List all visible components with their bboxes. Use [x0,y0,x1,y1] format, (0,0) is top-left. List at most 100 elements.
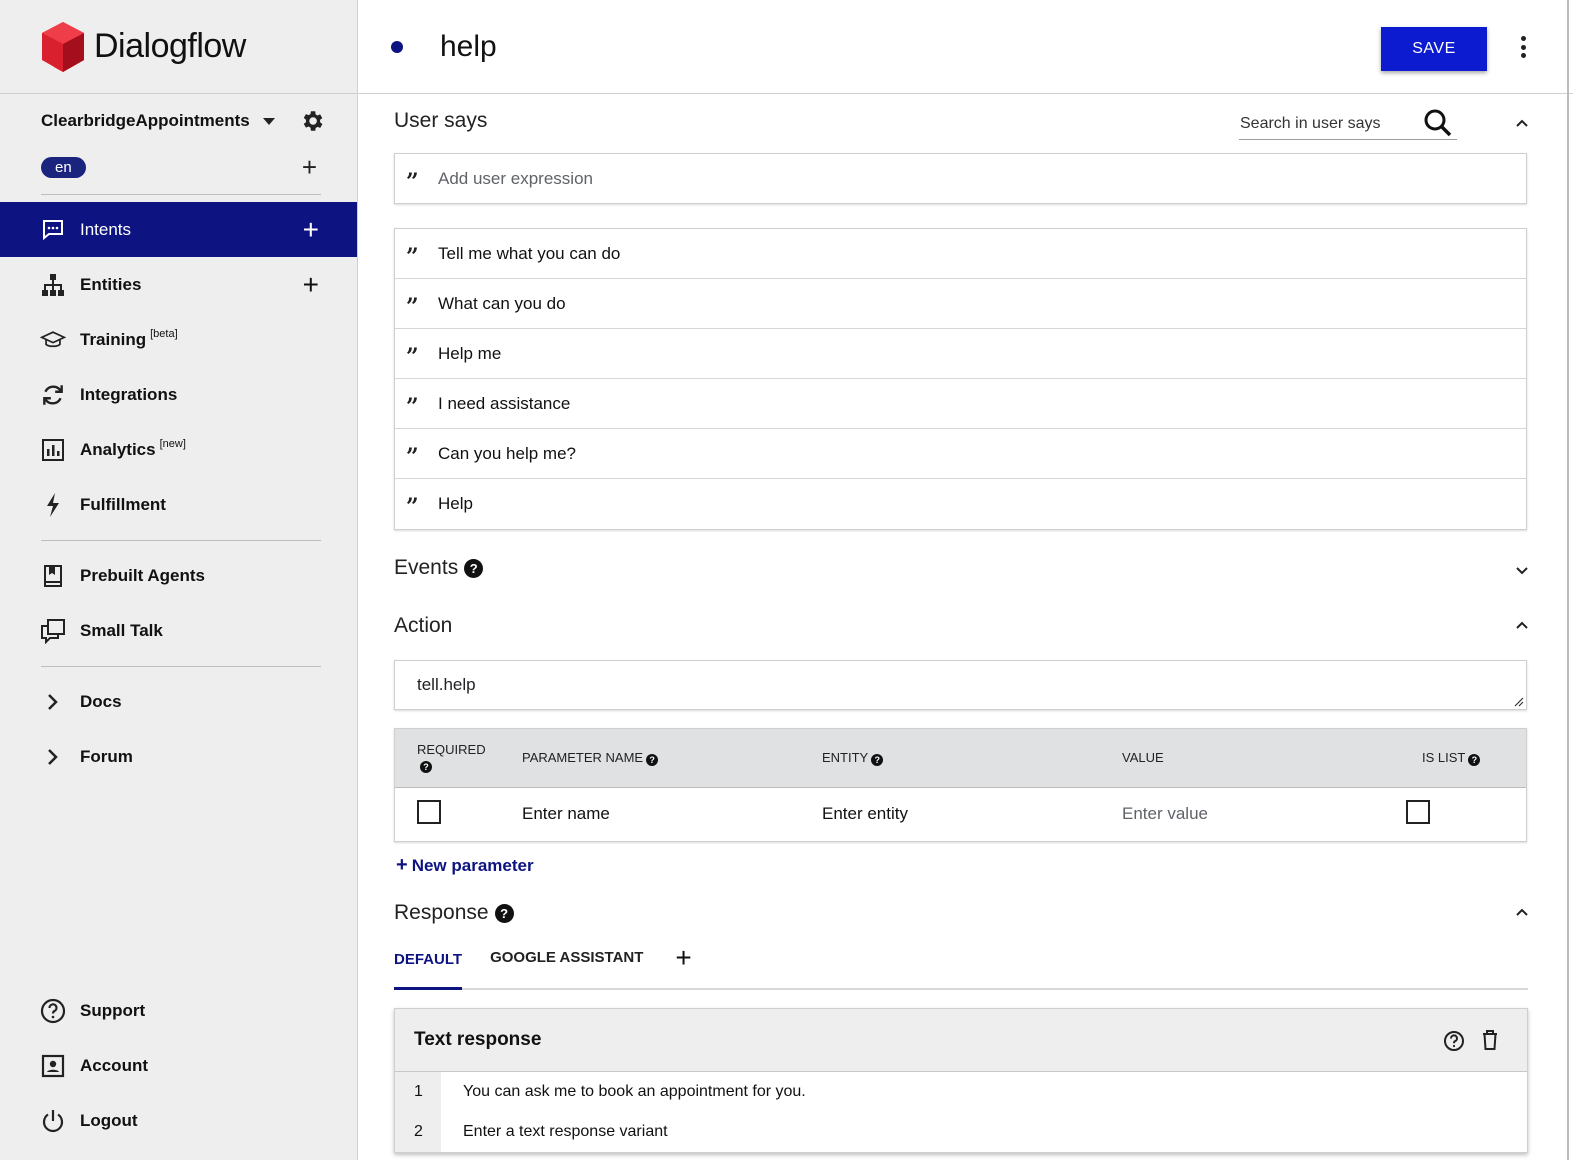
help-icon[interactable]: ? [420,761,432,774]
list-item[interactable]: 1 You can ask me to book an appointment … [395,1072,1527,1112]
list-item[interactable]: ” I need assistance [395,379,1526,429]
scrollbar[interactable] [1567,0,1569,1160]
parameters-table: REQUIRED? PARAMETER NAME? ENTITY? VALUE … [394,728,1527,842]
list-item[interactable]: ” Help [395,479,1526,529]
phrase-text[interactable]: Tell me what you can do [438,244,620,264]
gear-icon[interactable] [299,108,325,134]
plus-icon: + [396,854,408,876]
sidebar-item-entities[interactable]: Entities + [0,257,357,312]
sidebar-item-label: Fulfillment [80,494,166,514]
sidebar-item-support[interactable]: Support [0,983,357,1038]
list-item[interactable]: ” Help me [395,329,1526,379]
sidebar-item-logout[interactable]: Logout [0,1093,357,1148]
sidebar-item-training[interactable]: Training [beta] [0,312,357,367]
sidebar-item-label: Forum [80,746,133,766]
help-icon[interactable]: ? [494,903,514,923]
response-tabs: DEFAULT GOOGLE ASSISTANT + [394,932,1528,990]
list-item[interactable]: ” Tell me what you can do [395,229,1526,279]
add-expression-input[interactable]: Add user expression [438,169,593,189]
column-header: ENTITY? [800,729,1100,787]
more-options-icon[interactable] [1521,36,1527,58]
response-text[interactable]: Enter a text response variant [441,1123,668,1141]
text-response-title: Text response [414,1029,542,1050]
hierarchy-icon [40,272,66,298]
tab-default[interactable]: DEFAULT [394,951,463,990]
value-input[interactable]: Enter value [1100,786,1400,841]
tab-google-assistant[interactable]: GOOGLE ASSISTANT [490,949,643,988]
sidebar-item-small-talk[interactable]: Small Talk [0,603,357,658]
add-entity-button[interactable]: + [303,270,319,299]
phrase-text[interactable]: What can you do [438,294,566,314]
sidebar-item-docs[interactable]: Docs [0,674,357,729]
sidebar-item-label: Analytics [80,439,156,459]
chevron-up-icon[interactable] [1516,118,1528,130]
app-name: Dialogflow [94,27,246,65]
logo-area[interactable]: Dialogflow [0,0,357,94]
table-row: Enter name Enter entity Enter value [395,786,1526,841]
resize-handle-icon[interactable] [1514,697,1524,707]
agent-dropdown-icon[interactable] [263,117,275,125]
sidebar: Dialogflow ClearbridgeAppointments en + … [0,0,358,1160]
list-item[interactable]: ” Can you help me? [395,429,1526,479]
entity-input[interactable]: Enter entity [800,786,1100,841]
response-text[interactable]: You can ask me to book an appointment fo… [441,1083,806,1101]
intent-header: help SAVE [358,0,1573,94]
sidebar-item-label: Entities [80,274,142,294]
sidebar-item-label: Integrations [80,384,178,404]
sidebar-item-account[interactable]: Account [0,1038,357,1093]
action-name-field[interactable]: tell.help [394,660,1527,710]
sidebar-item-label: Small Talk [80,620,163,640]
row-number: 2 [395,1112,441,1152]
new-parameter-link[interactable]: + New parameter [396,854,534,877]
divider [41,666,321,667]
quote-icon: ” [406,293,419,320]
phrase-text[interactable]: Can you help me? [438,444,576,464]
phrase-text[interactable]: Help [438,494,473,514]
chevron-down-icon[interactable] [1516,564,1528,576]
chevron-up-icon[interactable] [1516,907,1528,919]
add-platform-button[interactable]: + [675,944,691,988]
intent-name[interactable]: help [440,30,497,64]
column-header: REQUIRED? [395,729,500,787]
action-name-input[interactable]: tell.help [417,675,476,695]
action-section: Action [394,614,1528,644]
save-button[interactable]: SAVE [1381,27,1487,71]
trash-icon[interactable] [1480,1029,1500,1051]
response-section: Response ? [394,901,1528,931]
list-item[interactable]: ” What can you do [395,279,1526,329]
add-expression-field[interactable]: ” Add user expression [394,153,1527,204]
events-section[interactable]: Events ? [394,556,1528,586]
help-icon[interactable]: ? [1468,753,1481,766]
help-icon[interactable]: ? [646,753,659,766]
chevron-up-icon[interactable] [1516,620,1528,632]
quote-icon: ” [406,243,419,270]
is-list-checkbox[interactable] [1406,799,1430,824]
help-icon[interactable]: ? [871,753,884,766]
required-checkbox[interactable] [417,799,441,824]
sidebar-item-analytics[interactable]: Analytics [new] [0,422,357,477]
add-intent-button[interactable]: + [303,215,319,244]
help-circle-icon[interactable] [1443,1030,1465,1052]
parameter-name-input[interactable]: Enter name [500,786,800,841]
add-language-button[interactable]: + [302,154,317,180]
sidebar-item-prebuilt-agents[interactable]: Prebuilt Agents [0,548,357,603]
agent-name[interactable]: ClearbridgeAppointments [41,111,259,131]
row-number: 1 [395,1072,441,1112]
phrase-text[interactable]: Help me [438,344,501,364]
list-item[interactable]: 2 Enter a text response variant [395,1112,1527,1152]
user-says-title: User says [394,109,488,132]
sidebar-item-forum[interactable]: Forum [0,729,357,784]
user-says-search[interactable]: Search in user says [1239,108,1457,140]
phrase-text[interactable]: I need assistance [438,394,570,414]
language-badge[interactable]: en [41,156,86,178]
search-input[interactable]: Search in user says [1239,115,1381,133]
sidebar-item-intents[interactable]: Intents + [0,202,357,257]
quote-icon: ” [406,393,419,420]
quote-icon: ” [406,494,419,520]
sidebar-item-integrations[interactable]: Integrations [0,367,357,422]
sidebar-item-fulfillment[interactable]: Fulfillment [0,477,357,532]
help-icon[interactable]: ? [464,558,484,578]
sidebar-item-label: Prebuilt Agents [80,565,205,585]
search-icon[interactable] [1423,108,1453,138]
sidebar-item-label: Docs [80,691,122,711]
